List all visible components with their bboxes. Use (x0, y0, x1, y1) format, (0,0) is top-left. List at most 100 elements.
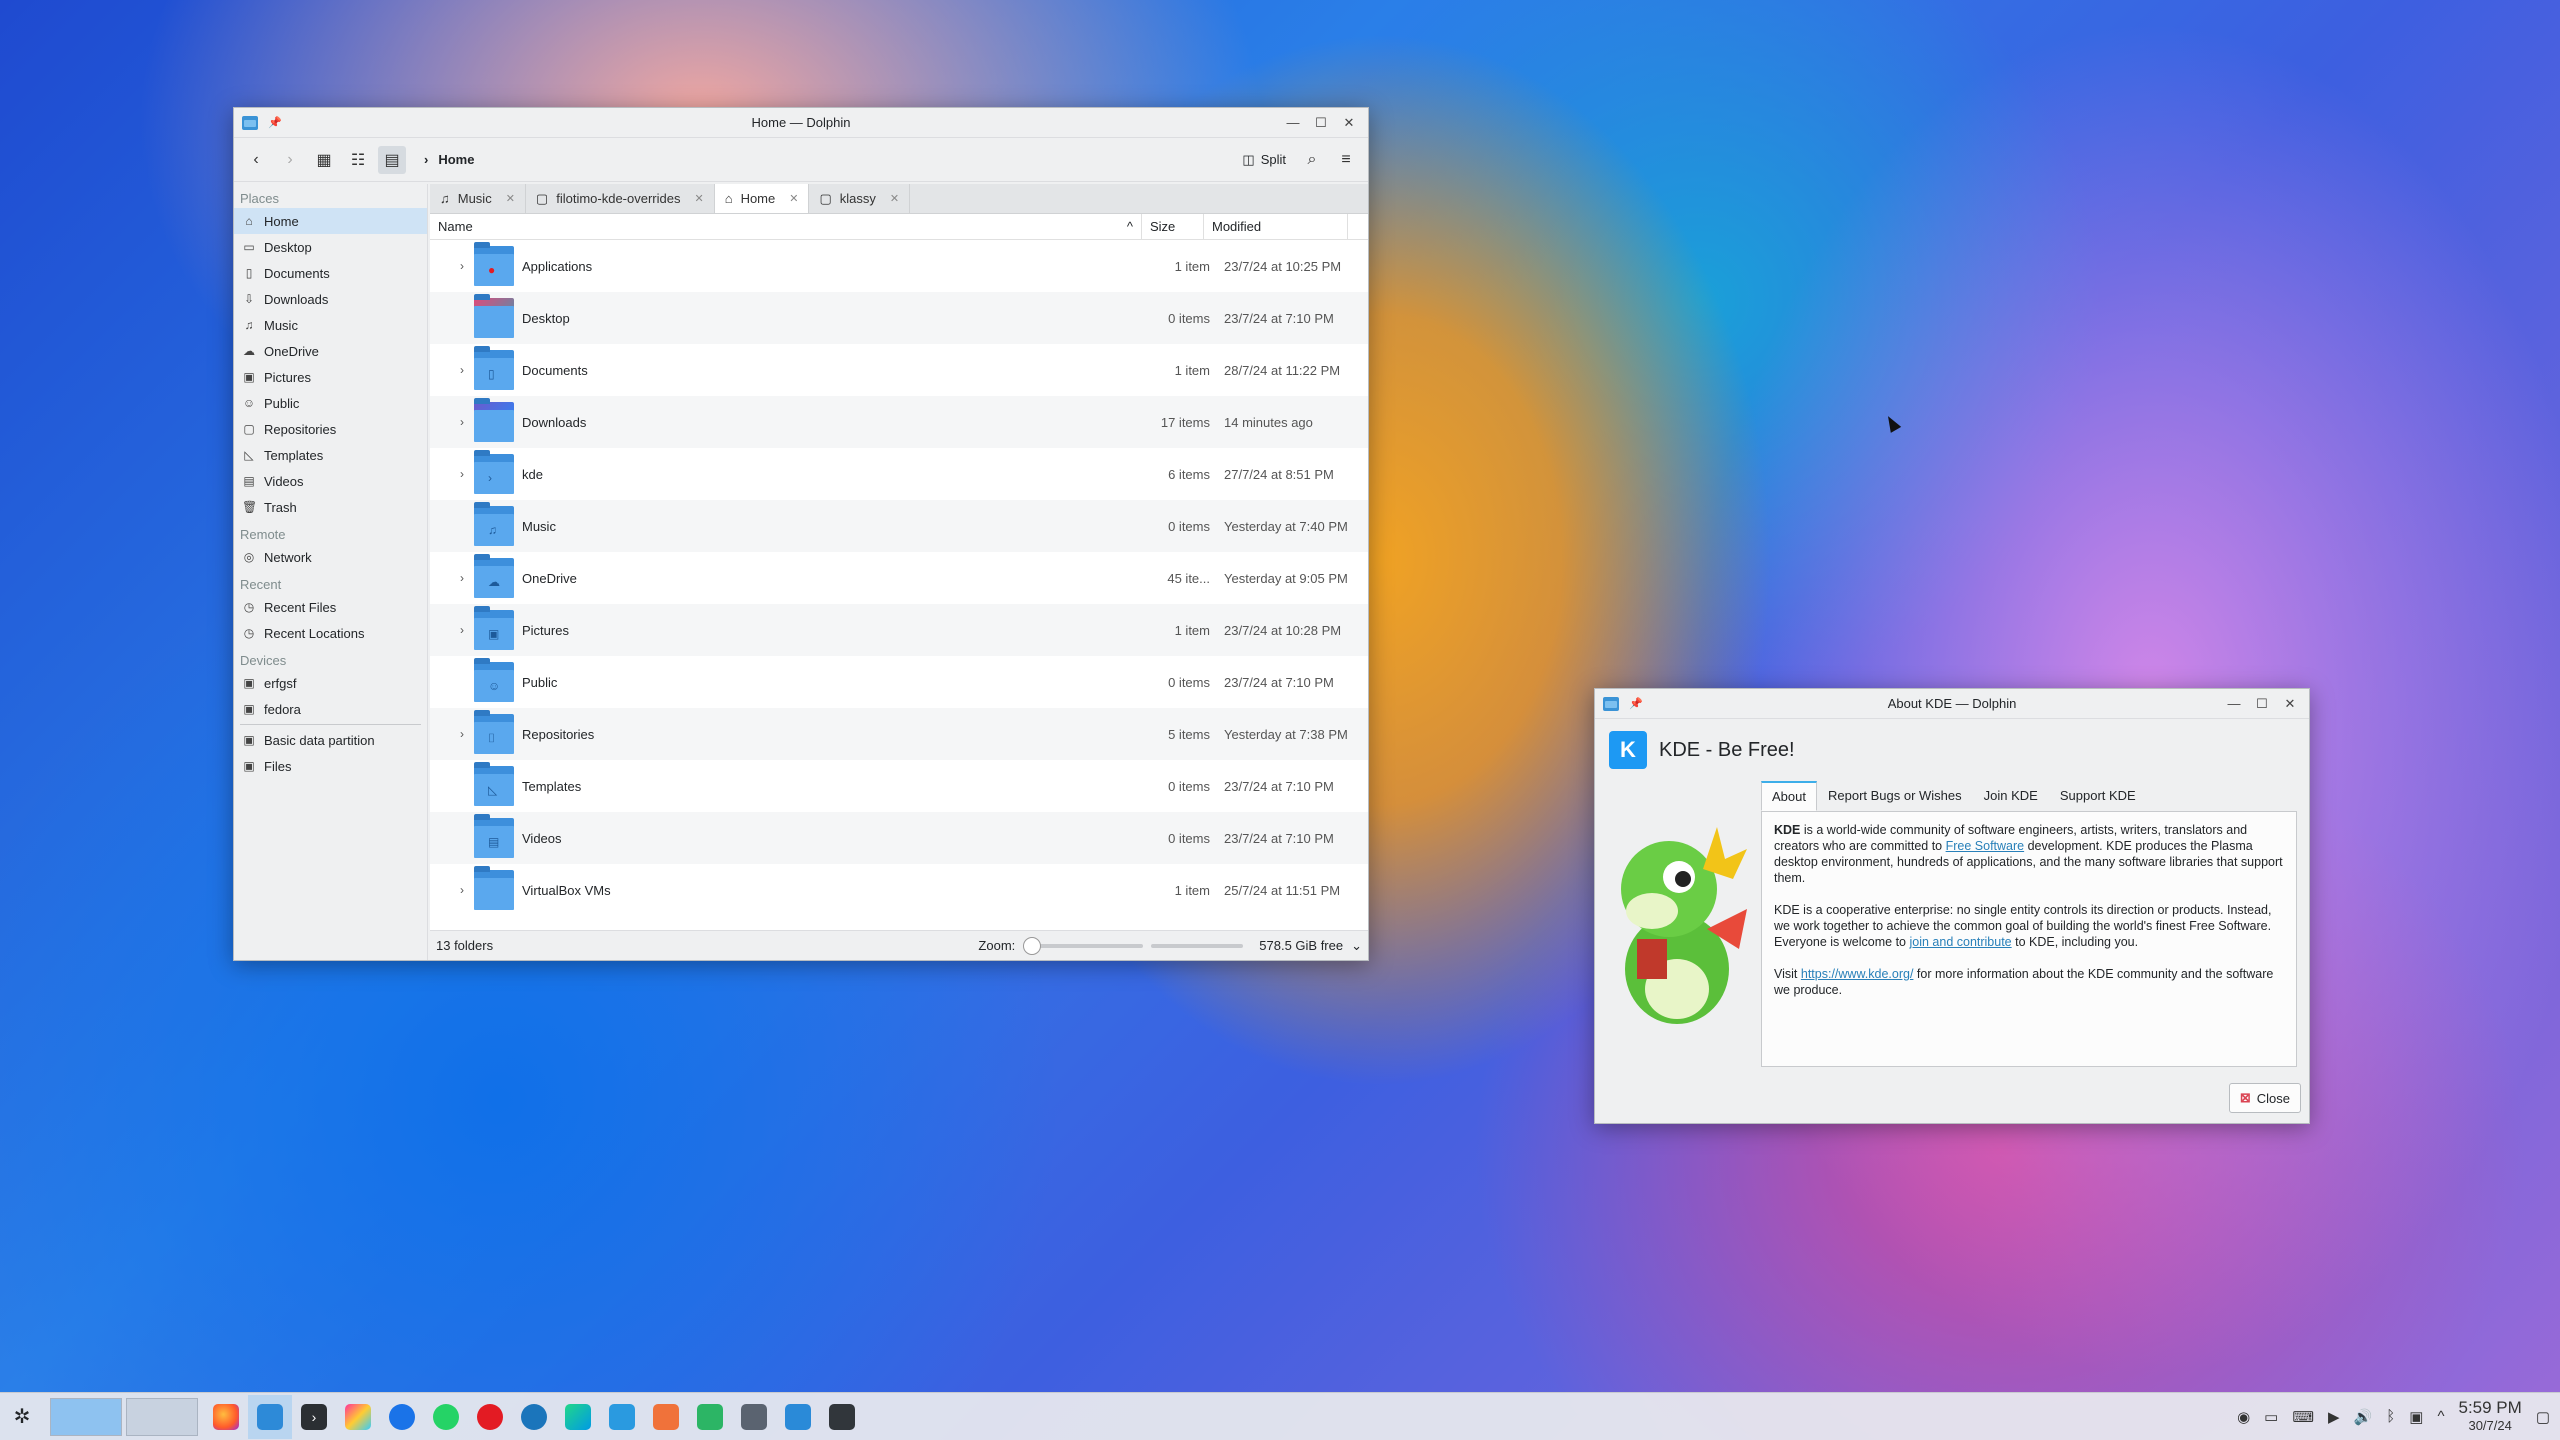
hamburger-menu-button[interactable]: ≡ (1332, 146, 1360, 174)
sidebar-item-music[interactable]: ♫ Music (234, 312, 427, 338)
table-row[interactable]: › ▯ Documents 1 item 28/7/24 at 11:22 PM (430, 344, 1368, 396)
expand-icon[interactable]: › (430, 467, 474, 481)
sidebar-item-downloads[interactable]: ⇩ Downloads (234, 286, 427, 312)
zoom-slider[interactable] (1023, 936, 1144, 955)
expand-icon[interactable]: › (430, 623, 474, 637)
sidebar-item-network[interactable]: ◎ Network (234, 544, 427, 570)
about-tab-about[interactable]: About (1761, 781, 1817, 811)
about-tab-report-bugs-or-wishes[interactable]: Report Bugs or Wishes (1817, 781, 1973, 811)
table-row[interactable]: › ▣ Pictures 1 item 23/7/24 at 10:28 PM (430, 604, 1368, 656)
tab-filotimo-kde-overrides[interactable]: ▢ filotimo-kde-overrides ✕ (526, 184, 715, 213)
tab-home[interactable]: ⌂ Home ✕ (714, 184, 810, 213)
pin-icon[interactable]: 📌 (268, 116, 282, 129)
kde-website-link[interactable]: https://www.kde.org/ (1801, 967, 1914, 981)
back-button[interactable]: ‹ (242, 146, 270, 174)
about-tab-join-kde[interactable]: Join KDE (1973, 781, 2049, 811)
clion-task[interactable] (556, 1395, 600, 1439)
tab-klassy[interactable]: ▢ klassy ✕ (809, 184, 911, 213)
youtube-music-task[interactable] (468, 1395, 512, 1439)
table-row[interactable]: ♫ Music 0 items Yesterday at 7:40 PM (430, 500, 1368, 552)
expand-icon[interactable]: › (430, 259, 474, 273)
media-player-icon[interactable]: ▶ (2328, 1408, 2340, 1426)
about-tab-support-kde[interactable]: Support KDE (2049, 781, 2147, 811)
close-tab-icon[interactable]: ✕ (789, 192, 798, 205)
maximize-button[interactable]: ☐ (2251, 693, 2273, 715)
table-row[interactable]: ☺ Public 0 items 23/7/24 at 7:10 PM (430, 656, 1368, 708)
expand-icon[interactable]: › (430, 727, 474, 741)
close-button[interactable]: ✕ (2279, 693, 2301, 715)
table-row[interactable]: › ⌷ Repositories 5 items Yesterday at 7:38 P… (430, 708, 1368, 760)
sidebar-item-recent-files[interactable]: ◷ Recent Files (234, 594, 427, 620)
table-row[interactable]: Desktop 0 items 23/7/24 at 7:10 PM (430, 292, 1368, 344)
split-button[interactable]: ◫ Split (1236, 152, 1292, 168)
status-icon[interactable]: ◉ (2237, 1408, 2250, 1426)
expand-icon[interactable]: › (430, 571, 474, 585)
sidebar-item-fedora[interactable]: ▣ fedora (234, 696, 427, 722)
table-row[interactable]: › Downloads 17 items 14 minutes ago (430, 396, 1368, 448)
close-tab-icon[interactable]: ✕ (506, 192, 515, 205)
dolphin-titlebar[interactable]: 📌 Home — Dolphin — ☐ ✕ (234, 108, 1368, 138)
expand-icon[interactable]: › (430, 883, 474, 897)
clipboard-icon[interactable]: ▭ (2264, 1408, 2278, 1426)
dialog-close-button[interactable]: ⊠ Close (2228, 1083, 2301, 1113)
sidebar-item-home[interactable]: ⌂ Home (234, 208, 427, 234)
sidebar-item-onedrive[interactable]: ☁ OneDrive (234, 338, 427, 364)
chevron-down-icon[interactable]: ⌄ (1351, 938, 1362, 954)
konsole-task[interactable]: › (292, 1395, 336, 1439)
minimize-button[interactable]: — (2223, 693, 2245, 715)
impress-task[interactable] (644, 1395, 688, 1439)
icons-view-button[interactable]: ▦ (310, 146, 338, 174)
close-tab-icon[interactable]: ✕ (890, 192, 899, 205)
dolphin-app-icon[interactable] (242, 115, 258, 130)
dolphin-task[interactable] (248, 1394, 292, 1439)
show-desktop-icon[interactable]: ▢ (2536, 1408, 2550, 1426)
close-tab-icon[interactable]: ✕ (694, 192, 703, 205)
column-size[interactable]: Size (1142, 214, 1204, 239)
free-space-label[interactable]: 578.5 GiB free (1259, 938, 1343, 953)
expand-icon[interactable]: › (430, 363, 474, 377)
column-modified[interactable]: Modified (1204, 214, 1348, 239)
dolphin-app-icon[interactable] (1603, 696, 1619, 711)
search-button[interactable]: ⌕ (1298, 146, 1326, 174)
desktop-1[interactable] (50, 1397, 122, 1436)
about-titlebar[interactable]: 📌 About KDE — Dolphin — ☐ ✕ (1595, 689, 2309, 719)
calc-task[interactable] (688, 1395, 732, 1439)
forward-button[interactable]: › (276, 146, 304, 174)
sidebar-item-templates[interactable]: ◺ Templates (234, 442, 427, 468)
sidebar-item-trash[interactable]: 🗑 Trash (234, 494, 427, 520)
keyboard-layout-icon[interactable]: ⌨ (2292, 1408, 2314, 1426)
sidebar-item-public[interactable]: ☺ Public (234, 390, 427, 416)
sidebar-item-erfgsf[interactable]: ▣ erfgsf (234, 670, 427, 696)
zoom-slider-handle[interactable] (1023, 936, 1042, 955)
sidebar-item-pictures[interactable]: ▣ Pictures (234, 364, 427, 390)
compact-view-button[interactable]: ☷ (344, 146, 372, 174)
sidebar-item-repositories[interactable]: ▢ Repositories (234, 416, 427, 442)
breadcrumb-home[interactable]: Home (438, 152, 474, 167)
system-monitor-task[interactable] (820, 1395, 864, 1439)
expand-icon[interactable]: › (430, 415, 474, 429)
volume-icon[interactable]: 🔊 (2354, 1408, 2373, 1426)
sidebar-item-videos[interactable]: ▤ Videos (234, 468, 427, 494)
breadcrumb[interactable]: › Home (424, 152, 474, 167)
maximize-button[interactable]: ☐ (1310, 112, 1332, 134)
expand-tray-icon[interactable]: ^ (2437, 1408, 2444, 1425)
tab-music[interactable]: ♫ Music ✕ (430, 184, 526, 213)
bluetooth-icon[interactable]: ᛒ (2386, 1408, 2395, 1425)
desktop-2[interactable] (126, 1397, 198, 1436)
whatsapp-task[interactable] (424, 1395, 468, 1439)
table-row[interactable]: › ☁ OneDrive 45 ite... Yesterday at 9:05 PM (430, 552, 1368, 604)
sidebar-item-recent-locations[interactable]: ◷ Recent Locations (234, 620, 427, 646)
table-row[interactable]: › ● Applications 1 item 23/7/24 at 10:25 PM (430, 240, 1368, 292)
steam-task[interactable] (512, 1395, 556, 1439)
application-launcher-button[interactable]: ✲ (0, 1395, 44, 1439)
color-app-task[interactable] (336, 1395, 380, 1439)
details-view-button[interactable]: ▤ (378, 145, 406, 174)
table-row[interactable]: › VirtualBox VMs 1 item 25/7/24 at 11:51 PM (430, 864, 1368, 916)
table-row[interactable]: › › kde 6 items 27/7/24 at 8:51 PM (430, 448, 1368, 500)
sidebar-item-basic-data-partition[interactable]: ▣ Basic data partition (234, 727, 427, 753)
files-task[interactable] (776, 1395, 820, 1439)
minimize-button[interactable]: — (1282, 112, 1304, 134)
network-icon[interactable]: ▣ (2409, 1408, 2423, 1426)
join-contribute-link[interactable]: join and contribute (1909, 935, 2011, 949)
writer-task[interactable] (600, 1395, 644, 1439)
